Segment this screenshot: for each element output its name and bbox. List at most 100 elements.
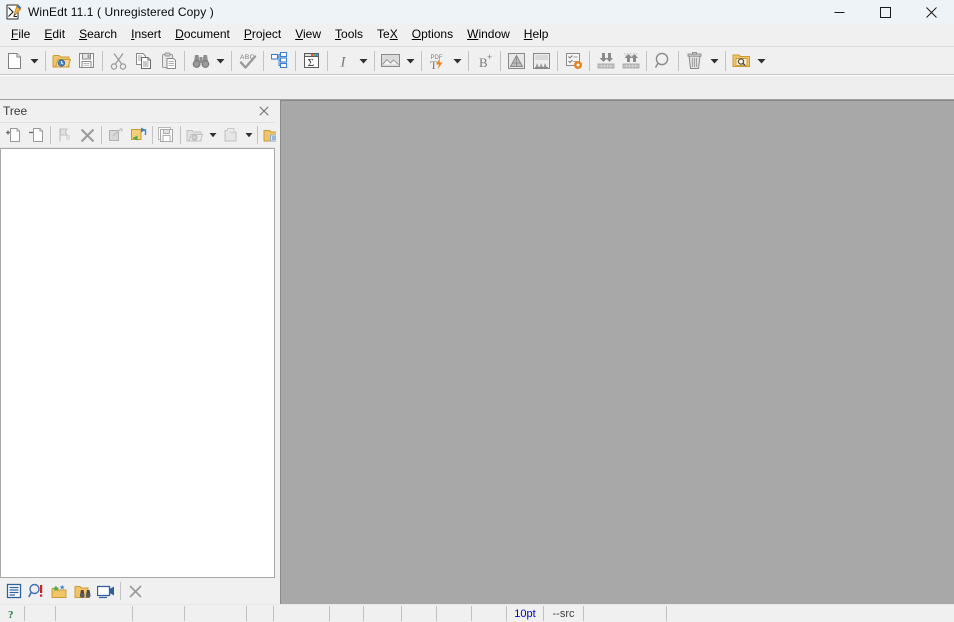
status-position[interactable]	[56, 606, 133, 621]
spell-check-abc-icon[interactable]: ABC	[235, 49, 260, 73]
menu-project[interactable]: Project	[237, 25, 288, 44]
toolbar-separator	[152, 126, 153, 144]
toolbar-separator	[231, 50, 232, 71]
copy-project-dropdown-icon[interactable]	[242, 124, 255, 146]
refresh-tree-icon[interactable]	[127, 124, 150, 146]
close-icon[interactable]	[908, 0, 954, 24]
status-modified[interactable]	[364, 606, 402, 621]
document-list-icon[interactable]	[2, 580, 25, 602]
copy-project-icon[interactable]	[219, 124, 242, 146]
toolbar-separator	[468, 50, 469, 71]
menu-search[interactable]: Search	[72, 25, 124, 44]
unfold-up-icon[interactable]	[618, 49, 643, 73]
remove-document-icon[interactable]	[25, 124, 48, 146]
status-selection[interactable]	[133, 606, 185, 621]
pdftex-icon[interactable]: PDF T	[425, 49, 450, 73]
copy-pages-icon[interactable]	[131, 49, 156, 73]
window-controls	[816, 0, 954, 24]
svg-text:?: ?	[8, 609, 14, 620]
status-mode-src[interactable]: --src	[544, 606, 584, 621]
menu-edit[interactable]: Edit	[37, 25, 72, 44]
browse-dropdown-icon[interactable]	[754, 49, 769, 73]
italic-text-icon[interactable]: I	[331, 49, 356, 73]
open-project-icon[interactable]	[183, 124, 206, 146]
toolbar-separator	[327, 50, 328, 71]
status-mode2[interactable]	[402, 606, 437, 621]
insert-image-icon[interactable]	[378, 49, 403, 73]
save-floppy-icon[interactable]	[74, 49, 99, 73]
toolbar-separator	[295, 50, 296, 71]
toolbar-separator	[500, 50, 501, 71]
browse-folder-search-icon[interactable]	[729, 49, 754, 73]
status-font-size[interactable]: 10pt	[507, 606, 544, 621]
add-document-icon[interactable]	[2, 124, 25, 146]
toolbar-separator	[120, 582, 121, 600]
cut-scissors-icon[interactable]	[106, 49, 131, 73]
status-mode[interactable]	[25, 606, 56, 621]
open-project-dropdown-icon[interactable]	[206, 124, 219, 146]
search-alert-icon[interactable]	[25, 580, 48, 602]
menu-window[interactable]: Window	[460, 25, 517, 44]
menu-document[interactable]: Document	[168, 25, 237, 44]
menu-help[interactable]: Help	[517, 25, 556, 44]
find-binoculars-icon[interactable]	[188, 49, 213, 73]
toolbar-separator	[725, 50, 726, 71]
pdftex-dropdown-icon[interactable]	[450, 49, 465, 73]
new-document-dropdown-icon[interactable]	[27, 49, 42, 73]
menu-file[interactable]: File	[4, 25, 37, 44]
math-sigma-icon[interactable]: Σ	[299, 49, 324, 73]
tree-panel-title: Tree	[3, 104, 28, 118]
menu-insert[interactable]: Insert	[124, 25, 168, 44]
menu-tex[interactable]: TeX	[370, 25, 405, 44]
help-question-icon: ?	[8, 609, 14, 620]
svg-text:I: I	[339, 54, 346, 70]
tree-structure-icon[interactable]	[267, 49, 292, 73]
status-help[interactable]: ?	[0, 606, 25, 621]
toolbar-separator	[50, 126, 51, 144]
bibtex-icon[interactable]: B +	[472, 49, 497, 73]
winedt-app-icon	[5, 3, 23, 21]
status-insert[interactable]	[274, 606, 330, 621]
status-extra-1[interactable]	[584, 606, 667, 621]
menu-options[interactable]: Options	[405, 25, 460, 44]
main-body: Tree 8	[0, 100, 954, 604]
find-dropdown-icon[interactable]	[213, 49, 228, 73]
screen-capture-icon[interactable]	[94, 580, 117, 602]
bookmarks-star-icon[interactable]	[48, 580, 71, 602]
close-x-icon[interactable]	[76, 124, 99, 146]
svg-text:8: 8	[66, 135, 70, 142]
status-readonly[interactable]	[330, 606, 364, 621]
fold-down-icon[interactable]	[593, 49, 618, 73]
flag-bookmark-icon[interactable]: 8	[53, 124, 76, 146]
open-folder-icon[interactable]	[49, 49, 74, 73]
status-extra-2[interactable]	[667, 606, 907, 621]
pin-document-icon[interactable]	[104, 124, 127, 146]
menu-tools[interactable]: Tools	[328, 25, 370, 44]
pdf-viewer-icon[interactable]	[504, 49, 529, 73]
minimize-icon[interactable]	[816, 0, 862, 24]
italic-dropdown-icon[interactable]	[356, 49, 371, 73]
close-x-icon[interactable]	[124, 580, 147, 602]
delete-dropdown-icon[interactable]	[707, 49, 722, 73]
save-all-icon[interactable]	[155, 124, 178, 146]
status-filter[interactable]	[437, 606, 472, 621]
new-document-icon[interactable]	[2, 49, 27, 73]
insert-image-dropdown-icon[interactable]	[403, 49, 418, 73]
delete-trash-icon[interactable]	[682, 49, 707, 73]
close-icon[interactable]	[255, 102, 273, 120]
status-spell[interactable]	[472, 606, 507, 621]
menu-view[interactable]: View	[288, 25, 328, 44]
zoom-magnifier-icon[interactable]	[650, 49, 675, 73]
references-binoculars-icon[interactable]	[71, 580, 94, 602]
maximize-icon[interactable]	[862, 0, 908, 24]
paste-clipboard-icon[interactable]	[156, 49, 181, 73]
status-encoding[interactable]	[185, 606, 247, 621]
status-line-ending[interactable]	[247, 606, 274, 621]
title-bar: WinEdt 11.1 ( Unregistered Copy )	[0, 0, 954, 24]
tree-content-area[interactable]	[0, 148, 275, 578]
toolbar-separator	[102, 50, 103, 71]
accessories-gear-icon[interactable]	[561, 49, 586, 73]
status-bar: ? 10pt --src	[0, 604, 954, 622]
editor-client-area[interactable]	[280, 100, 954, 604]
dvi-viewer-icon[interactable]	[529, 49, 554, 73]
